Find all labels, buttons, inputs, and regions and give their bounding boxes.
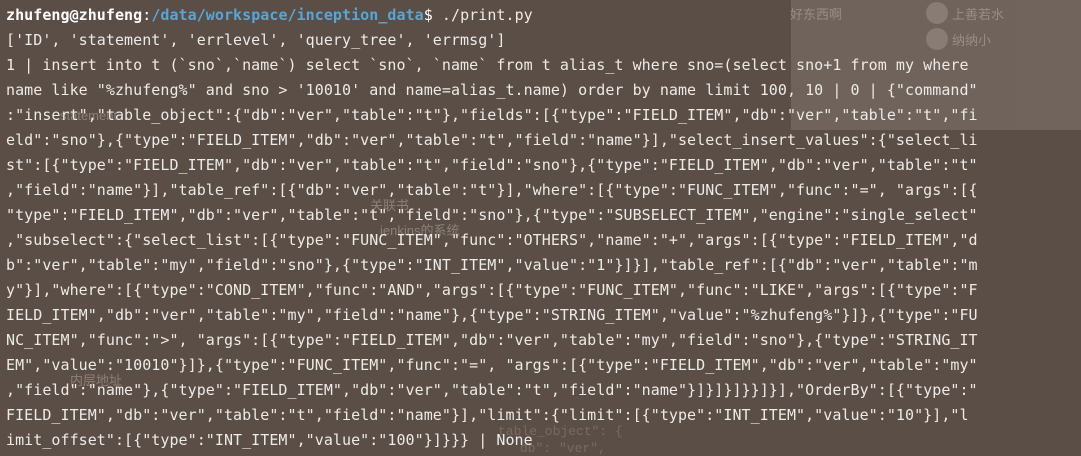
output-line: IELD_ITEM","db":"ver","table":"my","fiel… — [6, 306, 978, 324]
output-line: b":"ver","table":"my","field":"sno"},{"t… — [6, 256, 978, 274]
output-line-header: ['ID', 'statement', 'errlevel', 'query_t… — [6, 31, 506, 49]
output-line: FIELD_ITEM","db":"ver","table":"t","fiel… — [6, 406, 969, 424]
output-line: imit_offset":[{"type":"INT_ITEM","value"… — [6, 431, 533, 449]
terminal-window[interactable]: zhufeng@zhufeng:/data/workspace/inceptio… — [0, 0, 1081, 454]
output-line: :"insert","table_object":{"db":"ver","ta… — [6, 106, 978, 124]
output-line: 1 | insert into t (`sno`,`name`) select … — [6, 56, 969, 74]
output-line: eld":"sno"},{"type":"FIELD_ITEM","db":"v… — [6, 131, 978, 149]
output-line: EM","value":"10010"}]},{"type":"FUNC_ITE… — [6, 356, 978, 374]
output-line: st":[{"type":"FIELD_ITEM","db":"ver","ta… — [6, 156, 978, 174]
output-line: name like "%zhufeng%" and sno > '10010' … — [6, 81, 978, 99]
output-line: ,"field":"name"}],"table_ref":[{"db":"ve… — [6, 181, 978, 199]
prompt-line: zhufeng@zhufeng:/data/workspace/inceptio… — [6, 3, 1075, 28]
command-text: ./print.py — [441, 6, 533, 24]
output-line: ,"field":"name"},{"type":"FIELD_ITEM","d… — [6, 381, 978, 399]
output-line: y"}],"where":[{"type":"COND_ITEM","func"… — [6, 281, 978, 299]
prompt-user-host: zhufeng@zhufeng — [6, 6, 143, 24]
output-line: "type":"FIELD_ITEM","db":"ver","table":"… — [6, 206, 978, 224]
prompt-separator: : — [142, 6, 152, 24]
output-line: ,"subselect":{"select_list":[{"type":"FU… — [6, 231, 978, 249]
prompt-symbol: $ — [423, 6, 442, 24]
prompt-path: /data/workspace/inception_data — [151, 6, 424, 24]
output-line: NC_ITEM","func":">", "args":[{"type":"FI… — [6, 331, 978, 349]
